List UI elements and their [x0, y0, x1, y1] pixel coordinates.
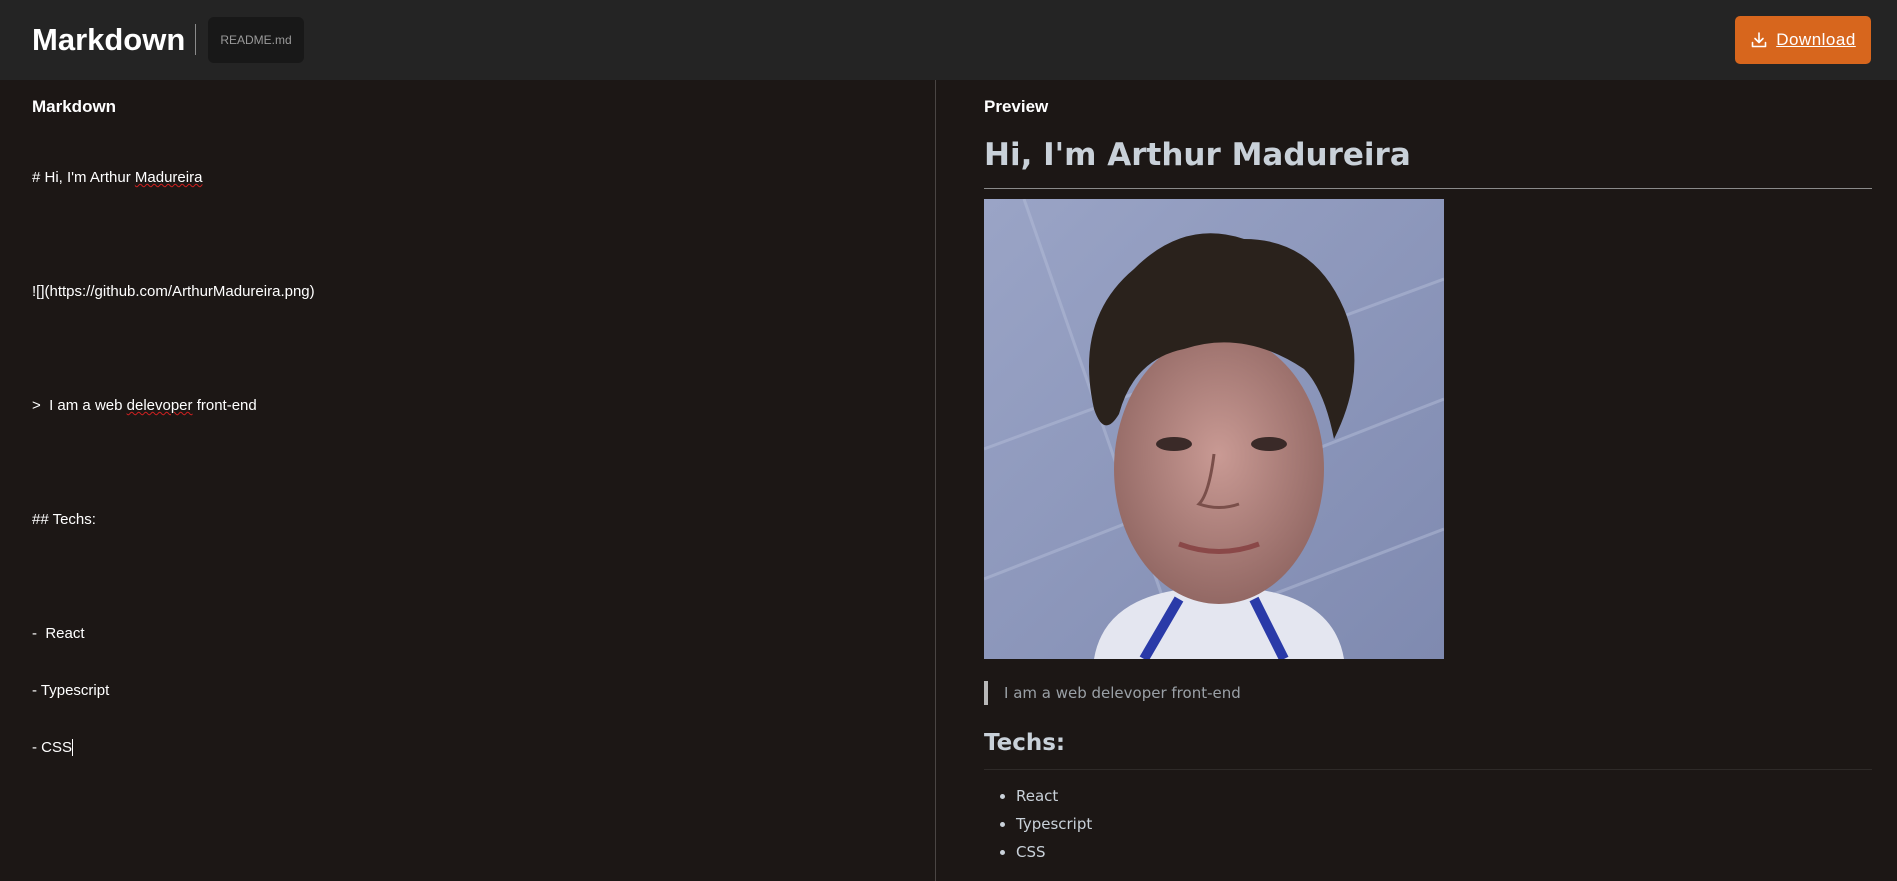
list-item: React	[1016, 782, 1092, 810]
download-button[interactable]: Download	[1735, 16, 1871, 64]
preview-h1: Hi, I'm Arthur Madureira	[984, 132, 1872, 189]
spellcheck-word: delevoper	[126, 397, 193, 414]
title-divider	[195, 24, 196, 55]
app-title: Markdown	[32, 22, 186, 57]
file-name-chip[interactable]: README.md	[208, 17, 304, 63]
editor-text-segment: front-end	[192, 397, 257, 414]
top-bar: Markdown README.md Download	[0, 0, 1897, 80]
avatar-image	[984, 199, 1444, 659]
techs-list: React Typescript CSS	[984, 782, 1092, 866]
download-icon	[1751, 32, 1767, 48]
avatar-photo-icon	[984, 199, 1444, 659]
preview-h2: Techs:	[984, 723, 1872, 770]
editor-line: # Hi, I'm Arthur Madureira	[32, 168, 315, 187]
editor-text-segment: > I am a web	[32, 397, 127, 414]
list-item: Typescript	[1016, 810, 1092, 838]
pane-divider	[935, 80, 936, 881]
editor-text-segment: - CSS	[32, 739, 73, 756]
markdown-editor-pane[interactable]: Markdown # Hi, I'm Arthur Madureira ![](…	[32, 80, 912, 881]
spellcheck-word: Madureira	[134, 169, 203, 186]
editor-line: - React	[32, 625, 85, 642]
editor-line: ## Techs:	[32, 511, 96, 528]
editor-line: ![](https://github.com/ArthurMadureira.p…	[32, 283, 315, 300]
list-item: CSS	[1016, 838, 1092, 866]
preview-pane: Preview Hi, I'm Arthur Madureira I am a …	[984, 80, 1872, 881]
preview-blockquote: I am a web delevoper front-end	[984, 681, 1241, 705]
editor-line: - Typescript	[32, 682, 110, 699]
markdown-textarea[interactable]: # Hi, I'm Arthur Madureira ![](https://g…	[32, 130, 315, 795]
editor-text-segment: # Hi, I'm Arthur	[32, 169, 135, 186]
editor-heading: Markdown	[32, 97, 117, 116]
download-label: Download	[1776, 30, 1856, 49]
preview-heading: Preview	[984, 97, 1049, 116]
text-caret	[72, 739, 74, 756]
editor-line: > I am a web delevoper front-end	[32, 396, 315, 415]
editor-line: - CSS	[32, 738, 315, 757]
